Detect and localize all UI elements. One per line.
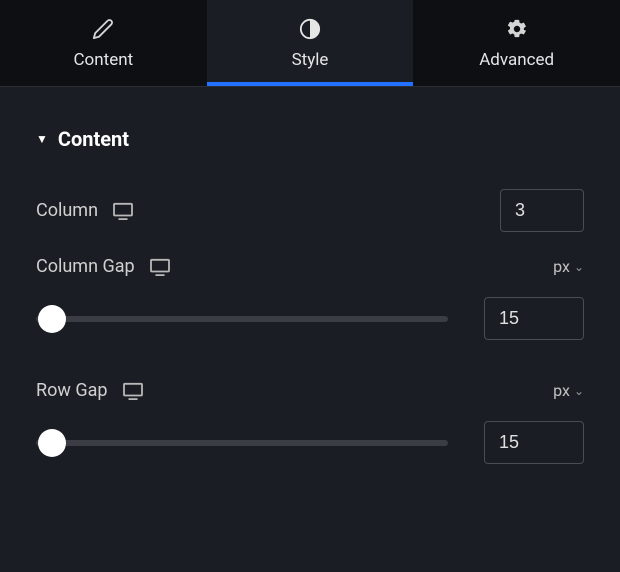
row-gap-input[interactable]	[484, 421, 584, 464]
tabs-bar: Content Style Advanced	[0, 0, 620, 87]
unit-label: px	[553, 381, 570, 400]
column-label: Column	[36, 200, 98, 221]
slider-thumb[interactable]	[38, 429, 66, 457]
slider-thumb[interactable]	[38, 305, 66, 333]
tab-content[interactable]: Content	[0, 0, 207, 86]
chevron-down-icon: ⌄	[574, 260, 584, 274]
caret-down-icon: ▼	[36, 132, 48, 146]
desktop-icon[interactable]	[149, 258, 171, 276]
pencil-icon	[92, 18, 114, 40]
column-input[interactable]	[500, 189, 584, 232]
unit-label: px	[553, 257, 570, 276]
tab-label: Advanced	[479, 50, 554, 70]
unit-selector-column-gap[interactable]: px ⌄	[553, 257, 584, 276]
slider-row-row-gap	[36, 421, 584, 464]
control-row-column-gap: Column Gap px ⌄	[36, 256, 584, 277]
style-panel: ▼ Content Column Column Gap	[0, 87, 620, 524]
control-row-column: Column	[36, 189, 584, 232]
column-gap-label: Column Gap	[36, 256, 135, 277]
tab-style[interactable]: Style	[207, 0, 414, 86]
column-gap-input[interactable]	[484, 297, 584, 340]
row-gap-label: Row Gap	[36, 380, 108, 401]
tab-advanced[interactable]: Advanced	[413, 0, 620, 86]
label-group: Column	[36, 200, 134, 221]
section-header-content[interactable]: ▼ Content	[36, 127, 584, 151]
slider-row-column-gap	[36, 297, 584, 340]
label-group: Column Gap	[36, 256, 171, 277]
control-row-row-gap: Row Gap px ⌄	[36, 380, 584, 401]
tab-label: Style	[292, 50, 329, 70]
tab-label: Content	[73, 50, 133, 70]
label-group: Row Gap	[36, 380, 144, 401]
row-gap-slider[interactable]	[36, 440, 448, 446]
column-gap-slider[interactable]	[36, 316, 448, 322]
desktop-icon[interactable]	[122, 382, 144, 400]
chevron-down-icon: ⌄	[574, 384, 584, 398]
gear-icon	[506, 18, 528, 40]
section-title: Content	[58, 127, 129, 151]
unit-selector-row-gap[interactable]: px ⌄	[553, 381, 584, 400]
half-circle-icon	[299, 18, 321, 40]
desktop-icon[interactable]	[112, 202, 134, 220]
